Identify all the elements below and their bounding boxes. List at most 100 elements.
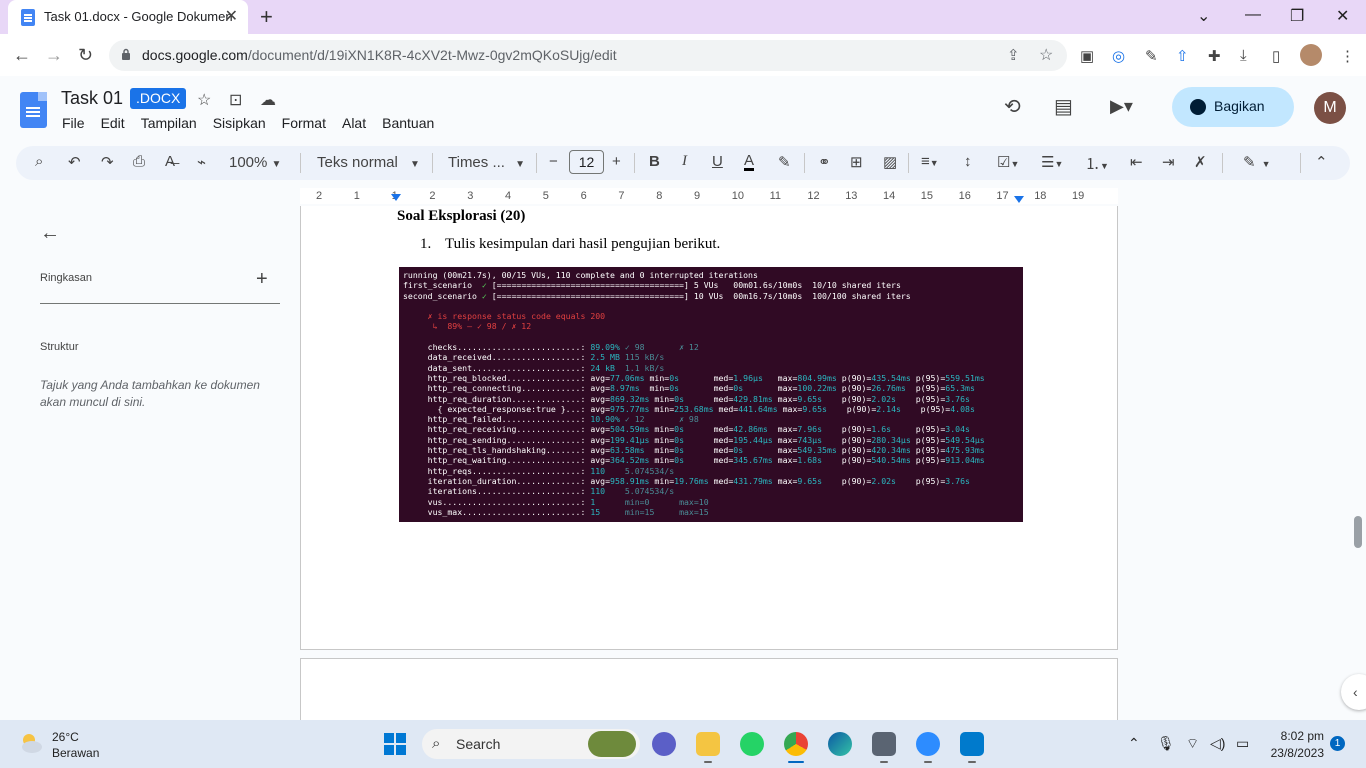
show-hidden-icons-chevron-icon[interactable]: ⌃ — [1128, 735, 1140, 752]
menu-format[interactable]: Format — [282, 115, 326, 131]
edge-icon[interactable] — [828, 732, 852, 756]
highlight-color-icon[interactable]: ✎ — [778, 153, 791, 171]
wifi-icon[interactable]: ⌔ — [1186, 735, 1199, 753]
reload-icon[interactable]: ↻ — [78, 45, 93, 66]
teams-chat-icon[interactable] — [652, 732, 676, 756]
vscode-icon[interactable] — [960, 732, 984, 756]
decrease-indent-icon[interactable]: ⇤ — [1130, 153, 1143, 171]
undo-icon[interactable]: ↶ — [68, 153, 81, 171]
add-comment-icon[interactable]: ⊞ — [850, 153, 863, 171]
chrome-icon[interactable] — [784, 732, 808, 756]
paragraph-style-select[interactable]: Teks normal ▼ — [317, 154, 420, 171]
close-outline-arrow-icon[interactable]: ← — [40, 222, 60, 245]
paint-format-icon[interactable]: ⌁ — [197, 153, 206, 171]
meet-video-icon[interactable]: ▶▾ — [1110, 96, 1133, 117]
left-indent-marker[interactable] — [391, 194, 401, 201]
share-button[interactable]: Bagikan — [1172, 87, 1294, 127]
extension-pen-icon[interactable]: ✎ — [1145, 47, 1158, 65]
cloudy-weather-icon[interactable] — [18, 730, 44, 756]
address-bar[interactable]: docs.google.com/document/d/19iXN1K8R-4cX… — [109, 40, 1067, 71]
weather-temperature[interactable]: 26°C — [52, 730, 79, 744]
url-text[interactable]: docs.google.com/document/d/19iXN1K8R-4cX… — [142, 47, 617, 63]
redo-icon[interactable]: ↷ — [101, 153, 114, 171]
checklist-icon[interactable]: ☑▼ — [997, 153, 1019, 171]
taskbar-clock[interactable]: 8:02 pm — [1266, 729, 1324, 743]
new-tab-button[interactable]: + — [260, 4, 273, 30]
extension-circle-icon[interactable]: ◎ — [1112, 47, 1125, 65]
close-tab-icon[interactable]: ✕ — [225, 6, 238, 26]
clear-formatting-icon[interactable]: ✗ — [1194, 153, 1207, 171]
numbered-list-icon[interactable]: ⒈▼ — [1085, 153, 1109, 174]
menu-tools[interactable]: Alat — [342, 115, 366, 131]
maximize-button[interactable]: ❐ — [1290, 6, 1304, 26]
download-icon[interactable]: ⤓ — [1240, 47, 1247, 64]
browser-menu-icon[interactable]: ⋮ — [1340, 47, 1355, 65]
align-icon[interactable]: ≡▼ — [921, 153, 939, 170]
menu-insert[interactable]: Sisipkan — [213, 115, 266, 131]
menu-help[interactable]: Bantuan — [382, 115, 434, 131]
line-spacing-icon[interactable]: ↕ — [964, 153, 972, 170]
search-menus-icon[interactable]: ⌕ — [35, 153, 43, 170]
increase-font-size-icon[interactable]: + — [612, 153, 621, 170]
notification-badge[interactable]: 1 — [1330, 736, 1345, 751]
windows-start-icon[interactable] — [384, 733, 406, 755]
taskbar-date[interactable]: 23/8/2023 — [1262, 746, 1324, 760]
font-size-input[interactable]: 12 — [569, 150, 604, 174]
star-icon[interactable]: ☆ — [197, 90, 211, 110]
underline-icon[interactable]: U — [712, 153, 723, 170]
extension-upload-icon[interactable]: ⇧ — [1176, 47, 1189, 65]
whatsapp-icon[interactable] — [740, 732, 764, 756]
bookmark-star-icon[interactable]: ☆ — [1039, 45, 1053, 65]
terminal-text: 42.86ms — [733, 424, 778, 435]
document-title[interactable]: Task 01 — [61, 88, 123, 109]
calculator-icon[interactable] — [872, 732, 896, 756]
browser-tab[interactable]: Task 01.docx - Google Dokumen ✕ — [8, 0, 248, 34]
text-color-icon[interactable]: A — [744, 153, 755, 171]
menu-file[interactable]: File — [62, 115, 85, 131]
font-family-select[interactable]: Times ... ▼ — [448, 154, 525, 171]
tab-search-chevron-icon[interactable]: ⌄ — [1197, 6, 1210, 26]
insert-link-icon[interactable]: ⚭ — [818, 153, 831, 171]
hide-menus-chevron-icon[interactable]: ⌃ — [1315, 153, 1328, 171]
weather-description[interactable]: Berawan — [52, 746, 99, 760]
browser-profile-avatar[interactable] — [1300, 44, 1322, 66]
volume-icon[interactable]: ◁) — [1210, 735, 1225, 752]
document-page-next[interactable] — [300, 658, 1118, 728]
side-panel-toggle-chevron-icon[interactable]: ‹ — [1341, 674, 1366, 710]
close-window-button[interactable]: ✕ — [1336, 6, 1349, 26]
forward-arrow-icon[interactable]: → — [45, 45, 63, 66]
google-docs-logo-icon[interactable] — [20, 92, 47, 128]
camera-icon[interactable]: ▣ — [1080, 47, 1094, 65]
spellcheck-icon[interactable]: A̶ — [165, 153, 175, 170]
bulleted-list-icon[interactable]: ☰▼ — [1041, 153, 1063, 171]
decrease-font-size-icon[interactable]: − — [549, 153, 558, 170]
editing-mode-icon[interactable]: ✎ ▼ — [1243, 153, 1271, 171]
insert-image-icon[interactable]: ▨ — [883, 153, 897, 171]
increase-indent-icon[interactable]: ⇥ — [1162, 153, 1175, 171]
minimize-button[interactable]: — — [1245, 6, 1261, 24]
zoom-app-icon[interactable] — [916, 732, 940, 756]
right-indent-marker[interactable] — [1014, 196, 1024, 203]
zoom-select[interactable]: 100% ▼ — [229, 154, 281, 171]
microphone-icon[interactable]: 🎙︎ — [1157, 735, 1175, 752]
lock-icon[interactable] — [121, 48, 131, 61]
menu-view[interactable]: Tampilan — [141, 115, 197, 131]
extensions-puzzle-icon[interactable]: ✚ — [1208, 47, 1221, 65]
add-summary-icon[interactable]: + — [256, 268, 268, 291]
back-arrow-icon[interactable]: ← — [13, 45, 31, 66]
share-page-icon[interactable]: ⇪ — [1007, 46, 1020, 64]
vertical-scrollbar-thumb[interactable] — [1354, 516, 1362, 548]
battery-icon[interactable]: ▭ — [1236, 735, 1249, 752]
ruler[interactable] — [300, 188, 1118, 204]
version-history-icon[interactable]: ⟲ — [1004, 94, 1021, 119]
bold-icon[interactable]: B — [649, 153, 660, 170]
comments-icon[interactable]: ▤ — [1054, 94, 1073, 119]
menu-edit[interactable]: Edit — [101, 115, 125, 131]
terminal-screenshot-image[interactable]: running (00m21.7s), 00/15 VUs, 110 compl… — [399, 267, 1023, 522]
side-panel-icon[interactable]: ▯ — [1272, 47, 1280, 65]
italic-icon[interactable]: I — [682, 153, 687, 170]
account-avatar[interactable]: M — [1314, 92, 1346, 124]
file-explorer-icon[interactable] — [696, 732, 720, 756]
move-folder-icon[interactable]: ⊡ — [229, 90, 242, 110]
print-icon[interactable]: ⎙ — [133, 153, 145, 170]
